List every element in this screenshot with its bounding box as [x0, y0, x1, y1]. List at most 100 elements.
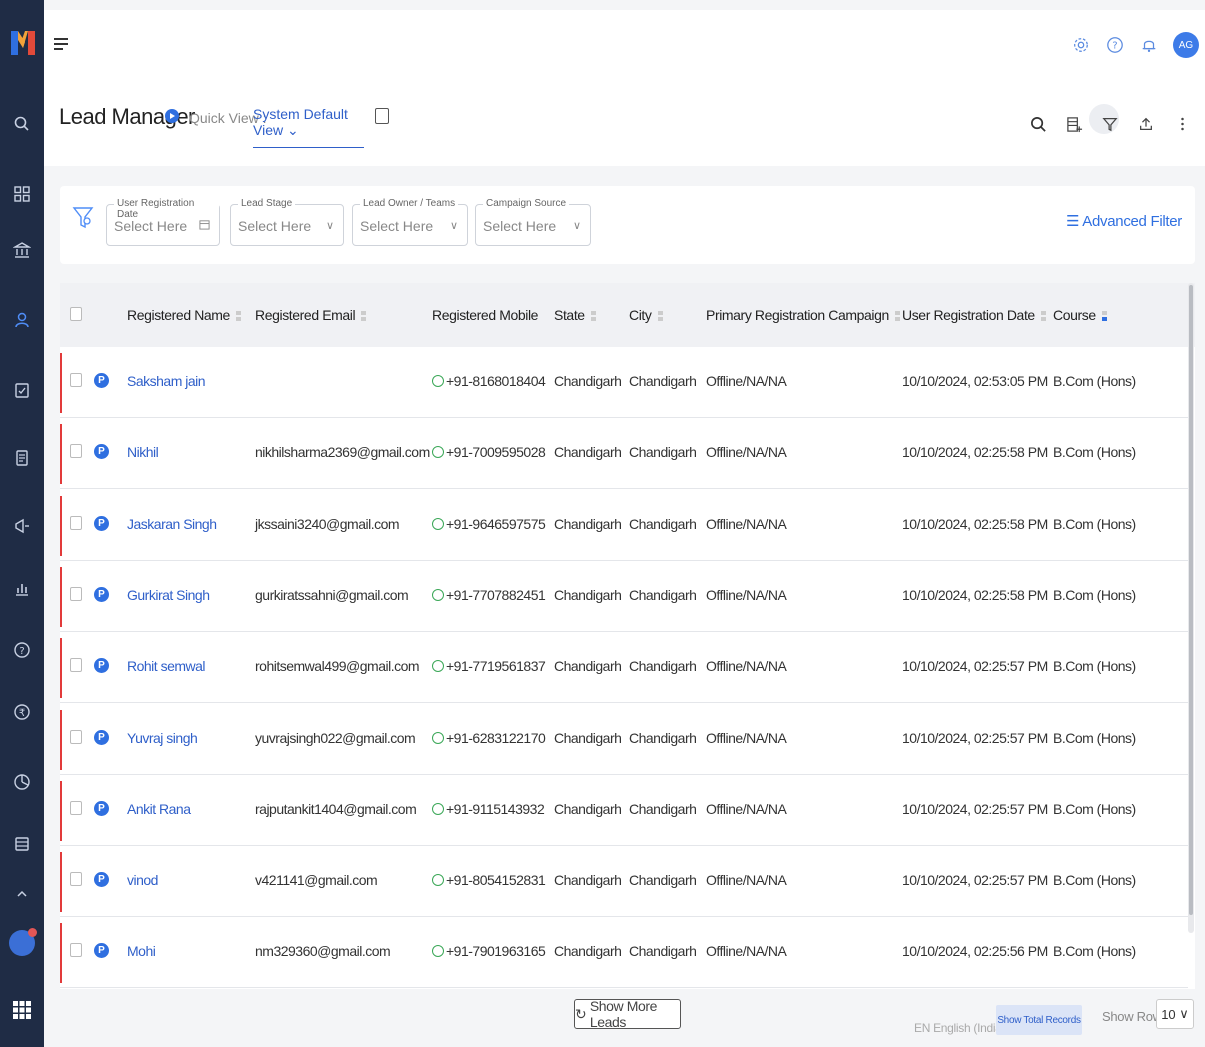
reports-pie-icon[interactable]: [0, 764, 44, 800]
whatsapp-icon[interactable]: [432, 446, 444, 459]
campaign-megaphone-icon[interactable]: [0, 508, 44, 544]
table-row[interactable]: P Gurkirat Singh gurkiratssahni@gmail.com +…: [60, 560, 1188, 632]
row-checkbox[interactable]: [70, 444, 82, 459]
chat-bot-icon[interactable]: [9, 928, 37, 956]
row-checkbox[interactable]: [70, 943, 82, 958]
rows-per-page-select[interactable]: 10 ∨: [1156, 999, 1194, 1029]
document-icon[interactable]: [0, 440, 44, 476]
col-primary-campaign[interactable]: Primary Registration Campaign: [706, 307, 900, 323]
search-leads-icon[interactable]: [1029, 114, 1047, 134]
tutorial-play-icon[interactable]: [165, 109, 179, 123]
cell-mobile[interactable]: +91-9646597575: [432, 516, 546, 532]
show-more-leads-button[interactable]: ↻ Show More Leads: [574, 998, 681, 1030]
chevron-up-icon[interactable]: [0, 876, 44, 912]
table-row[interactable]: P Nikhil nikhilsharma2369@gmail.com +91-700…: [60, 418, 1188, 490]
cell-email: nm329360@gmail.com: [255, 943, 391, 960]
cell-mobile[interactable]: +91-7707882451: [432, 587, 546, 603]
whatsapp-icon[interactable]: [432, 517, 444, 530]
cell-name[interactable]: Ankit Rana: [127, 801, 191, 817]
cell-name[interactable]: Yuvraj singh: [127, 730, 198, 746]
cell-course: B.Com (Hons): [1053, 444, 1136, 461]
cell-mobile[interactable]: +91-9115143932: [432, 801, 545, 817]
col-registered-mobile[interactable]: Registered Mobile: [432, 307, 538, 323]
filter-funnel-icon[interactable]: [1089, 104, 1119, 134]
export-upload-icon[interactable]: [1137, 114, 1155, 134]
apps-grid-icon[interactable]: [12, 1000, 32, 1020]
col-course[interactable]: Course: [1053, 307, 1107, 323]
col-registered-name[interactable]: Registered Name: [127, 307, 241, 323]
cell-mobile[interactable]: +91-6283122170: [432, 730, 546, 746]
filter-campaign-source[interactable]: Campaign Source Select Here ∨: [475, 198, 591, 246]
payments-icon[interactable]: ₹: [0, 694, 44, 730]
advanced-filter-link[interactable]: ☰ Advanced Filter: [1066, 212, 1182, 230]
row-checkbox[interactable]: [70, 729, 82, 744]
cell-name[interactable]: Jaskaran Singh: [127, 516, 217, 532]
row-checkbox[interactable]: [70, 586, 82, 601]
table-row[interactable]: P Saksham jain +91-8168018404 Chandigarh Cha…: [60, 347, 1188, 418]
refresh-icon: ↻: [575, 1005, 590, 1022]
cell-campaign: Offline/NA/NA: [706, 586, 787, 603]
cell-mobile[interactable]: +91-7901963165: [432, 943, 546, 959]
cell-mobile[interactable]: +91-7009595028: [432, 444, 546, 460]
quick-view-select[interactable]: System Default View ⌄: [253, 106, 364, 148]
columns-config-icon[interactable]: [1065, 114, 1083, 134]
search-icon[interactable]: [0, 106, 44, 142]
select-all-checkbox[interactable]: [70, 307, 82, 321]
table-row[interactable]: P Jaskaran Singh jkssaini3240@gmail.com +91…: [60, 489, 1188, 561]
institution-icon[interactable]: [0, 232, 44, 268]
save-view-icon[interactable]: [375, 108, 389, 124]
row-checkbox[interactable]: [70, 872, 82, 887]
help-circle-icon[interactable]: ?: [0, 632, 44, 668]
help-icon[interactable]: ?: [1105, 35, 1125, 55]
cell-mobile[interactable]: +91-8168018404: [432, 373, 546, 389]
whatsapp-icon[interactable]: [432, 731, 444, 744]
col-registration-date[interactable]: User Registration Date: [902, 307, 1046, 323]
table-row[interactable]: Pvinod v421141@gmail.com +91-8054152831 Cha…: [60, 846, 1188, 918]
show-total-records-button[interactable]: Show Total Records: [996, 1005, 1082, 1035]
cell-name[interactable]: Saksham jain: [127, 373, 206, 389]
table-header: Registered Name Registered Email Registe…: [60, 283, 1195, 347]
filter-lead-stage[interactable]: Lead Stage Select Here ∨: [230, 198, 344, 246]
analytics-icon[interactable]: [0, 570, 44, 606]
cell-state: Chandigarh: [554, 515, 622, 532]
cell-mobile[interactable]: +91-8054152831: [432, 872, 546, 888]
more-vertical-icon[interactable]: [1173, 114, 1191, 134]
top-actions: ? AG: [1071, 32, 1199, 58]
menu-toggle-icon[interactable]: [54, 38, 68, 52]
row-checkbox[interactable]: [70, 373, 82, 387]
table-scrollbar-thumb[interactable]: [1189, 285, 1193, 915]
whatsapp-icon[interactable]: [432, 375, 444, 387]
table-row[interactable]: P Rohit semwal rohitsemwal499@gmail.com +91…: [60, 632, 1188, 704]
row-checkbox[interactable]: [70, 515, 82, 530]
cell-name[interactable]: vinod: [127, 872, 158, 888]
whatsapp-icon[interactable]: [432, 588, 444, 601]
forms-icon[interactable]: [0, 826, 44, 862]
table-row[interactable]: P Ankit Rana rajputankit1404@gmail.com +91-…: [60, 774, 1188, 846]
row-status-marker: [60, 709, 62, 770]
tasks-icon[interactable]: [0, 372, 44, 408]
table-row[interactable]: P Yuvraj singh yuvrajsingh022@gmail.com +91…: [60, 703, 1188, 775]
cell-name[interactable]: Gurkirat Singh: [127, 587, 210, 603]
cell-name[interactable]: Rohit semwal: [127, 658, 206, 674]
whatsapp-icon[interactable]: [432, 802, 444, 815]
dashboard-icon[interactable]: [0, 176, 44, 212]
table-row[interactable]: P Mohi nm329360@gmail.com +91-7901963165 Cha…: [60, 917, 1188, 989]
user-avatar[interactable]: AG: [1173, 32, 1199, 58]
filter-lead-owner[interactable]: Lead Owner / Teams Select Here ∨: [352, 198, 468, 246]
col-state[interactable]: State: [554, 307, 596, 323]
col-registered-email[interactable]: Registered Email: [255, 307, 367, 323]
whatsapp-icon[interactable]: [432, 945, 444, 958]
cell-name[interactable]: Nikhil: [127, 444, 159, 460]
cell-name[interactable]: Mohi: [127, 943, 156, 959]
cell-mobile[interactable]: +91-7719561837: [432, 658, 546, 674]
settings-gear-icon[interactable]: [1071, 35, 1091, 55]
whatsapp-icon[interactable]: [432, 874, 444, 887]
row-checkbox[interactable]: [70, 800, 82, 815]
col-city[interactable]: City: [629, 307, 663, 323]
bell-icon[interactable]: [1139, 35, 1159, 55]
filter-settings-icon[interactable]: [72, 206, 94, 230]
whatsapp-icon[interactable]: [432, 660, 444, 673]
row-checkbox[interactable]: [70, 658, 82, 673]
filter-registration-date[interactable]: User Registration Date Select Here: [106, 198, 220, 246]
leads-user-icon[interactable]: [0, 302, 44, 338]
